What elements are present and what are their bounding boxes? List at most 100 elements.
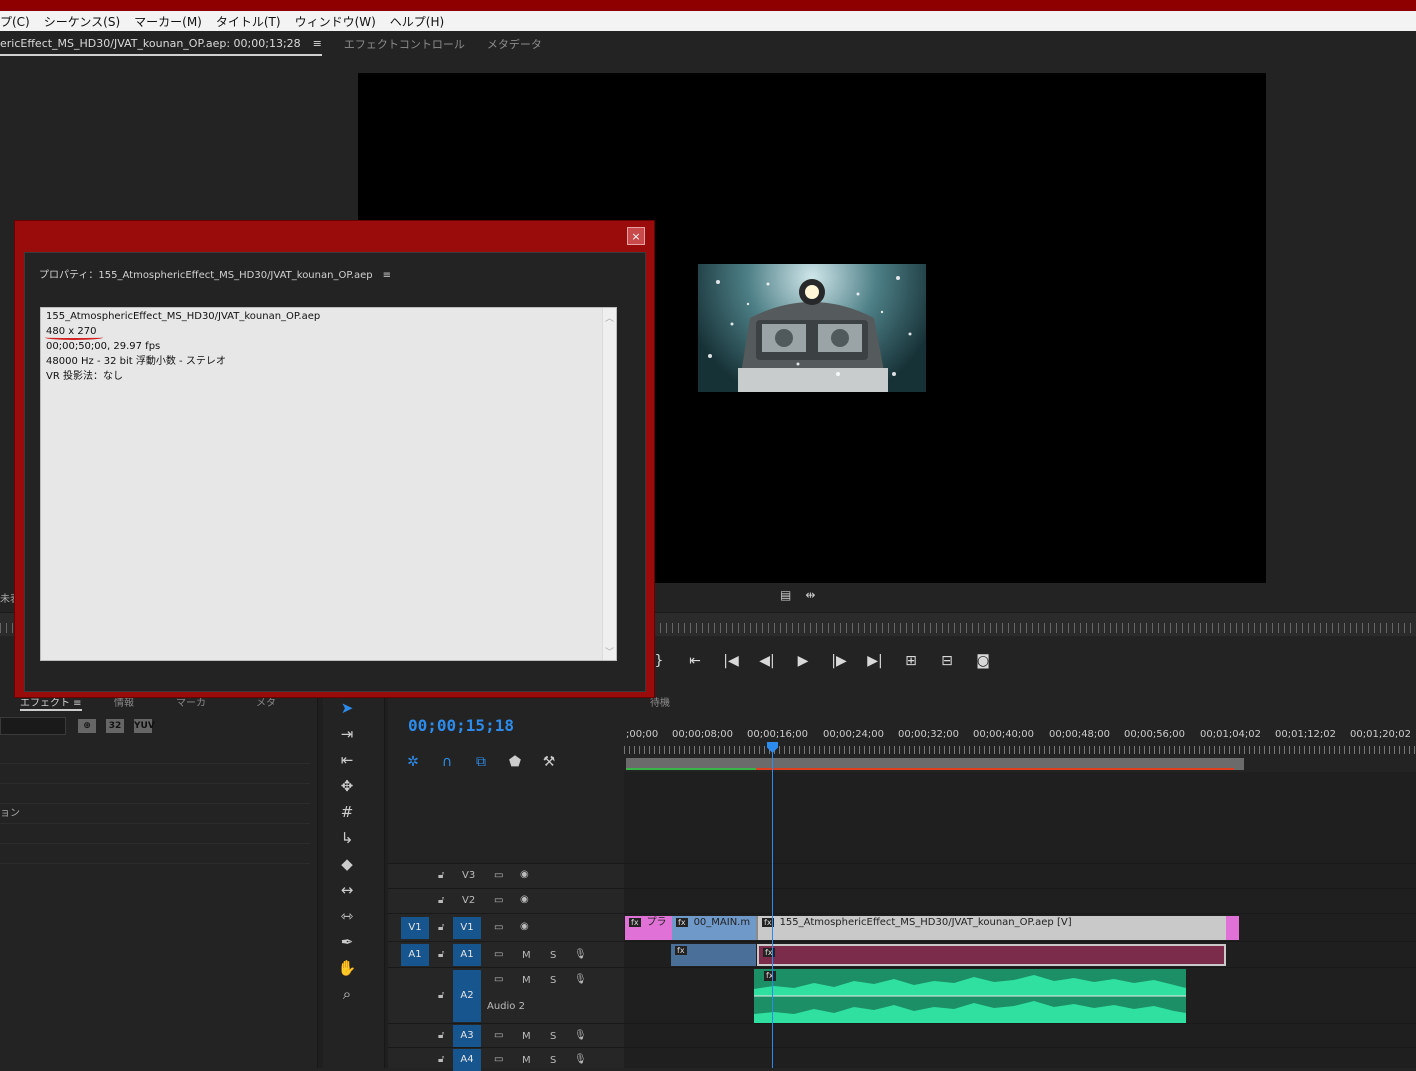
linked-selection-icon[interactable]: ⧉ [472, 754, 490, 770]
clip-aep[interactable]: fx 155_AtmosphericEffect_MS_HD30/JVAT_kou… [756, 916, 1226, 940]
audio-clip-a2[interactable]: fx [754, 969, 1186, 1023]
menu-item-clip[interactable]: プ(C) [0, 13, 37, 30]
goto-out-icon[interactable]: ⇤ [686, 653, 704, 669]
solo-button[interactable]: S [550, 1055, 556, 1066]
effects-search-input[interactable] [0, 717, 66, 735]
zoom-tool-icon[interactable]: ⌕ [337, 984, 357, 1004]
selection-tool-icon[interactable]: ➤ [337, 698, 357, 718]
slip-tool-icon[interactable]: ↔ [337, 880, 357, 900]
rolling-edit-tool-icon[interactable]: # [337, 802, 357, 822]
razor-tool-icon[interactable]: ◆ [337, 854, 357, 874]
audio-clip-main[interactable]: fx [671, 944, 756, 966]
list-item[interactable] [0, 844, 310, 864]
hand-tool-icon[interactable]: ✋ [337, 958, 357, 978]
scroll-up-icon[interactable]: ︿ [605, 311, 614, 324]
clip-pink-end[interactable] [1226, 916, 1239, 940]
scrollbar[interactable]: ︿ ﹀ [602, 308, 616, 660]
track-a3[interactable] [624, 1024, 1416, 1048]
sync-lock-icon[interactable]: ▭ [494, 949, 503, 960]
tab-metadata[interactable]: メタデータ [487, 36, 542, 56]
target-a3[interactable]: A3 [453, 1025, 481, 1047]
source-patch-v1[interactable]: V1 [401, 917, 429, 939]
audio-clip-aep[interactable]: fx [757, 944, 1226, 966]
nest-icon[interactable]: ✲ [404, 754, 422, 770]
solo-button[interactable]: S [550, 950, 556, 961]
slide-tool-icon[interactable]: ⇿ [337, 906, 357, 926]
mute-button[interactable]: M [522, 1055, 531, 1066]
target-a2[interactable]: A2 [453, 970, 481, 1022]
track-v2[interactable] [624, 889, 1416, 914]
list-item[interactable] [0, 784, 310, 804]
play-icon[interactable]: ▶ [794, 653, 812, 669]
mute-button[interactable]: M [522, 950, 531, 961]
tab-source[interactable]: ericEffect_MS_HD30/JVAT_kounan_OP.aep: 0… [0, 37, 322, 56]
tab-effect-controls[interactable]: エフェクトコントロール [344, 36, 465, 56]
expand-icon[interactable]: ⇹ [805, 588, 815, 602]
panel-menu-icon[interactable]: ≡ [313, 37, 322, 50]
menu-item-marker[interactable]: マーカー(M) [127, 13, 209, 30]
track-v3[interactable] [624, 864, 1416, 889]
32bit-effects-icon[interactable]: 32 [106, 719, 124, 733]
menu-item-title[interactable]: タイトル(T) [209, 13, 288, 30]
list-item[interactable] [0, 764, 310, 784]
close-button[interactable]: × [627, 227, 645, 245]
solo-button[interactable]: S [550, 975, 556, 986]
lock-icon[interactable]: 🔓︎ [438, 870, 444, 881]
sync-lock-icon[interactable]: ▭ [494, 870, 503, 881]
sync-lock-icon[interactable]: ▭ [494, 974, 503, 985]
lock-icon[interactable]: 🔓︎ [438, 949, 444, 960]
microphone-icon[interactable]: 🎙︎ [574, 1054, 587, 1065]
mute-button[interactable]: M [522, 1031, 531, 1042]
list-item[interactable] [0, 744, 310, 764]
lock-icon[interactable]: 🔓︎ [438, 990, 444, 1001]
lock-icon[interactable]: 🔓︎ [438, 895, 444, 906]
rate-stretch-tool-icon[interactable]: ↳ [337, 828, 357, 848]
solo-button[interactable]: S [550, 1031, 556, 1042]
lock-icon[interactable]: 🔓︎ [438, 922, 444, 933]
step-back-icon[interactable]: ◀| [758, 653, 776, 669]
microphone-icon[interactable]: 🎙︎ [574, 974, 587, 985]
step-forward-icon[interactable]: |▶ [830, 653, 848, 669]
clip-main[interactable]: fx 00_MAIN.m [672, 916, 756, 940]
microphone-icon[interactable]: 🎙︎ [574, 1030, 587, 1041]
menu-item-help[interactable]: ヘルプ(H) [383, 13, 451, 30]
lift-icon[interactable]: ⊞ [902, 653, 920, 669]
sync-lock-icon[interactable]: ▭ [494, 895, 503, 906]
target-v1[interactable]: V1 [453, 917, 481, 939]
eye-icon[interactable]: ◉ [520, 921, 529, 932]
playhead-line[interactable] [772, 742, 773, 1068]
add-marker-icon[interactable]: ⬟ [506, 754, 524, 770]
work-area-bar[interactable] [626, 758, 1244, 770]
properties-text-area[interactable]: 155_AtmosphericEffect_MS_HD30/JVAT_kouna… [40, 307, 617, 661]
target-a1[interactable]: A1 [453, 944, 481, 966]
clip-pink[interactable]: fx プラ [625, 916, 672, 940]
timeline-timecode[interactable]: 00;00;15;18 [408, 716, 514, 735]
scroll-down-icon[interactable]: ﹀ [605, 645, 614, 658]
menu-item-sequence[interactable]: シーケンス(S) [37, 13, 127, 30]
track-select-backward-icon[interactable]: ⇤ [337, 750, 357, 770]
sync-lock-icon[interactable]: ▭ [494, 1030, 503, 1041]
microphone-icon[interactable]: 🎙︎ [574, 949, 587, 960]
snap-icon[interactable]: ∩ [438, 754, 456, 770]
source-patch-a1[interactable]: A1 [401, 944, 429, 966]
list-item[interactable]: ョン [0, 804, 310, 824]
extract-icon[interactable]: ⊟ [938, 653, 956, 669]
accelerated-effects-icon[interactable]: ⊕ [78, 719, 96, 733]
menu-item-window[interactable]: ウィンドウ(W) [288, 13, 383, 30]
go-to-out-icon[interactable]: ▶| [866, 653, 884, 669]
settings-icon[interactable]: ▤ [780, 588, 791, 602]
panel-menu-icon[interactable]: ≡ [383, 270, 391, 281]
pen-tool-icon[interactable]: ✒ [337, 932, 357, 952]
track-a4[interactable] [624, 1048, 1416, 1068]
eye-icon[interactable]: ◉ [520, 894, 529, 905]
list-item[interactable] [0, 824, 310, 844]
camera-icon[interactable]: ◙ [974, 653, 992, 669]
yuv-effects-icon[interactable]: YUV [134, 719, 155, 733]
sync-lock-icon[interactable]: ▭ [494, 1054, 503, 1065]
ripple-edit-tool-icon[interactable]: ✥ [337, 776, 357, 796]
lock-icon[interactable]: 🔓︎ [438, 1030, 444, 1041]
lock-icon[interactable]: 🔓︎ [438, 1054, 444, 1065]
mute-button[interactable]: M [522, 975, 531, 986]
eye-icon[interactable]: ◉ [520, 869, 529, 880]
wrench-icon[interactable]: ⚒ [540, 754, 558, 770]
